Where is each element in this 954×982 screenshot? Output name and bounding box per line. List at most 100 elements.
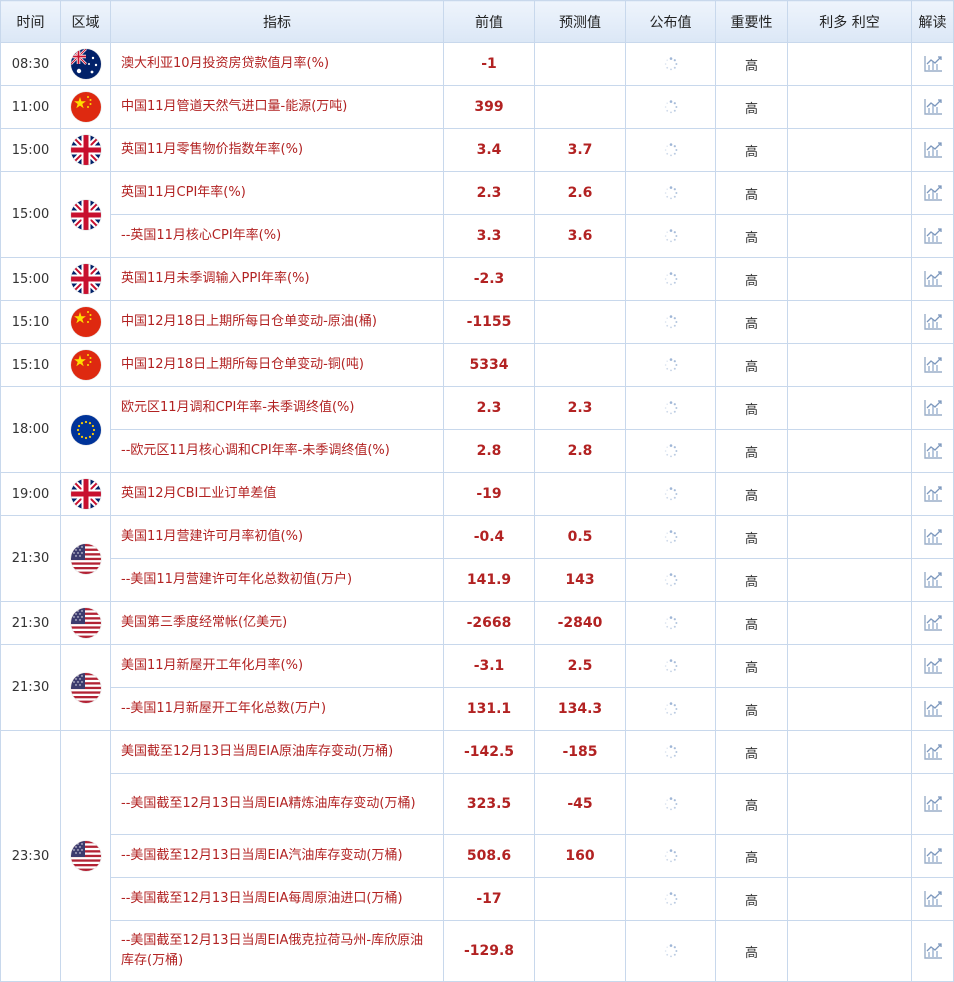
forecast-value: 2.5 [534,644,626,688]
analysis-cell[interactable] [911,429,954,473]
analysis-chart-icon[interactable] [923,615,943,631]
indicator-name[interactable]: 中国12月18日上期所每日仓单变动-原油(桶) [110,300,444,344]
actual-value [625,257,716,301]
analysis-chart-icon[interactable] [923,572,943,588]
table-row: --美国11月新屋开工年化总数(万户) 131.1 134.3 高 [1,687,954,731]
indicator-name[interactable]: 美国第三季度经常帐(亿美元) [110,601,444,645]
analysis-chart-icon[interactable] [923,943,943,959]
analysis-cell[interactable] [911,343,954,387]
bull-bear-cell [787,85,912,129]
indicator-name[interactable]: --美国截至12月13日当周EIA每周原油进口(万桶) [110,877,444,921]
indicator-name[interactable]: 英国11月零售物价指数年率(%) [110,128,444,172]
importance-level: 高 [715,558,788,602]
indicator-name[interactable]: 美国11月营建许可月率初值(%) [110,515,444,559]
indicator-name[interactable]: 美国截至12月13日当周EIA原油库存变动(万桶) [110,730,444,774]
analysis-cell[interactable] [911,558,954,602]
analysis-cell[interactable] [911,128,954,172]
previous-value: -19 [443,472,535,516]
actual-value [625,128,716,172]
analysis-cell[interactable] [911,877,954,921]
previous-value: -1 [443,42,535,86]
indicator-name[interactable]: --美国截至12月13日当周EIA俄克拉荷马州-库欣原油库存(万桶) [110,920,444,982]
analysis-cell[interactable] [911,257,954,301]
analysis-chart-icon[interactable] [923,848,943,864]
analysis-chart-icon[interactable] [923,701,943,717]
analysis-cell[interactable] [911,386,954,430]
analysis-chart-icon[interactable] [923,99,943,115]
analysis-chart-icon[interactable] [923,400,943,416]
forecast-value [534,42,626,86]
indicator-name[interactable]: 美国11月新屋开工年化月率(%) [110,644,444,688]
analysis-cell[interactable] [911,42,954,86]
forecast-value: 160 [534,834,626,878]
analysis-chart-icon[interactable] [923,658,943,674]
loading-spinner-icon [664,944,678,959]
analysis-cell[interactable] [911,300,954,344]
actual-value [625,601,716,645]
analysis-cell[interactable] [911,773,954,835]
us-flag [70,543,101,574]
indicator-name[interactable]: --美国截至12月13日当周EIA精炼油库存变动(万桶) [110,773,444,835]
indicator-name[interactable]: --美国截至12月13日当周EIA汽油库存变动(万桶) [110,834,444,878]
actual-value [625,472,716,516]
analysis-cell[interactable] [911,687,954,731]
indicator-name[interactable]: 澳大利亚10月投资房贷款值月率(%) [110,42,444,86]
region-cell [60,515,111,602]
indicator-name[interactable]: 中国12月18日上期所每日仓单变动-铜(吨) [110,343,444,387]
analysis-chart-icon[interactable] [923,529,943,545]
actual-value [625,300,716,344]
analysis-chart-icon[interactable] [923,744,943,760]
forecast-value: 2.6 [534,171,626,215]
analysis-cell[interactable] [911,214,954,258]
analysis-chart-icon[interactable] [923,228,943,244]
analysis-cell[interactable] [911,85,954,129]
indicator-name[interactable]: --美国11月营建许可年化总数初值(万户) [110,558,444,602]
analysis-chart-icon[interactable] [923,796,943,812]
indicator-name[interactable]: --英国11月核心CPI年率(%) [110,214,444,258]
indicator-name[interactable]: 英国11月未季调输入PPI年率(%) [110,257,444,301]
importance-level: 高 [715,386,788,430]
china-flag [70,350,101,380]
analysis-chart-icon[interactable] [923,142,943,158]
time-cell: 11:00 [0,85,61,129]
header-importance: 重要性 [715,0,788,43]
analysis-cell[interactable] [911,920,954,982]
table-row: --美国截至12月13日当周EIA每周原油进口(万桶) -17 高 [1,877,954,921]
analysis-cell[interactable] [911,834,954,878]
forecast-value: 3.6 [534,214,626,258]
importance-level: 高 [715,171,788,215]
indicator-name[interactable]: 欧元区11月调和CPI年率-未季调终值(%) [110,386,444,430]
analysis-chart-icon[interactable] [923,271,943,287]
analysis-chart-icon[interactable] [923,314,943,330]
bull-bear-cell [787,730,912,774]
indicator-name[interactable]: --美国11月新屋开工年化总数(万户) [110,687,444,731]
eu-flag [70,414,101,445]
time-cell: 15:10 [0,343,61,387]
forecast-value: 2.3 [534,386,626,430]
analysis-chart-icon[interactable] [923,56,943,72]
region-cell [60,343,111,387]
analysis-chart-icon[interactable] [923,443,943,459]
us-flag [70,841,101,871]
table-row: 23:30 美国截至12月13日当周EIA原油库存变动(万桶) -142.5 -185… [0,730,954,982]
uk-flag [70,199,101,230]
time-cell: 21:30 [0,644,61,731]
analysis-cell[interactable] [911,730,954,774]
analysis-cell[interactable] [911,644,954,688]
analysis-cell[interactable] [911,601,954,645]
analysis-chart-icon[interactable] [923,357,943,373]
analysis-cell[interactable] [911,472,954,516]
analysis-chart-icon[interactable] [923,185,943,201]
analysis-cell[interactable] [911,515,954,559]
indicator-name[interactable]: --欧元区11月核心调和CPI年率-未季调终值(%) [110,429,444,473]
region-cell [60,171,111,258]
analysis-chart-icon[interactable] [923,486,943,502]
indicator-name[interactable]: 英国11月CPI年率(%) [110,171,444,215]
previous-value: 131.1 [443,687,535,731]
indicator-name[interactable]: 中国11月管道天然气进口量-能源(万吨) [110,85,444,129]
analysis-cell[interactable] [911,171,954,215]
region-cell [60,300,111,344]
uk-flag [70,135,101,165]
actual-value [625,515,716,559]
indicator-name[interactable]: 英国12月CBI工业订单差值 [110,472,444,516]
